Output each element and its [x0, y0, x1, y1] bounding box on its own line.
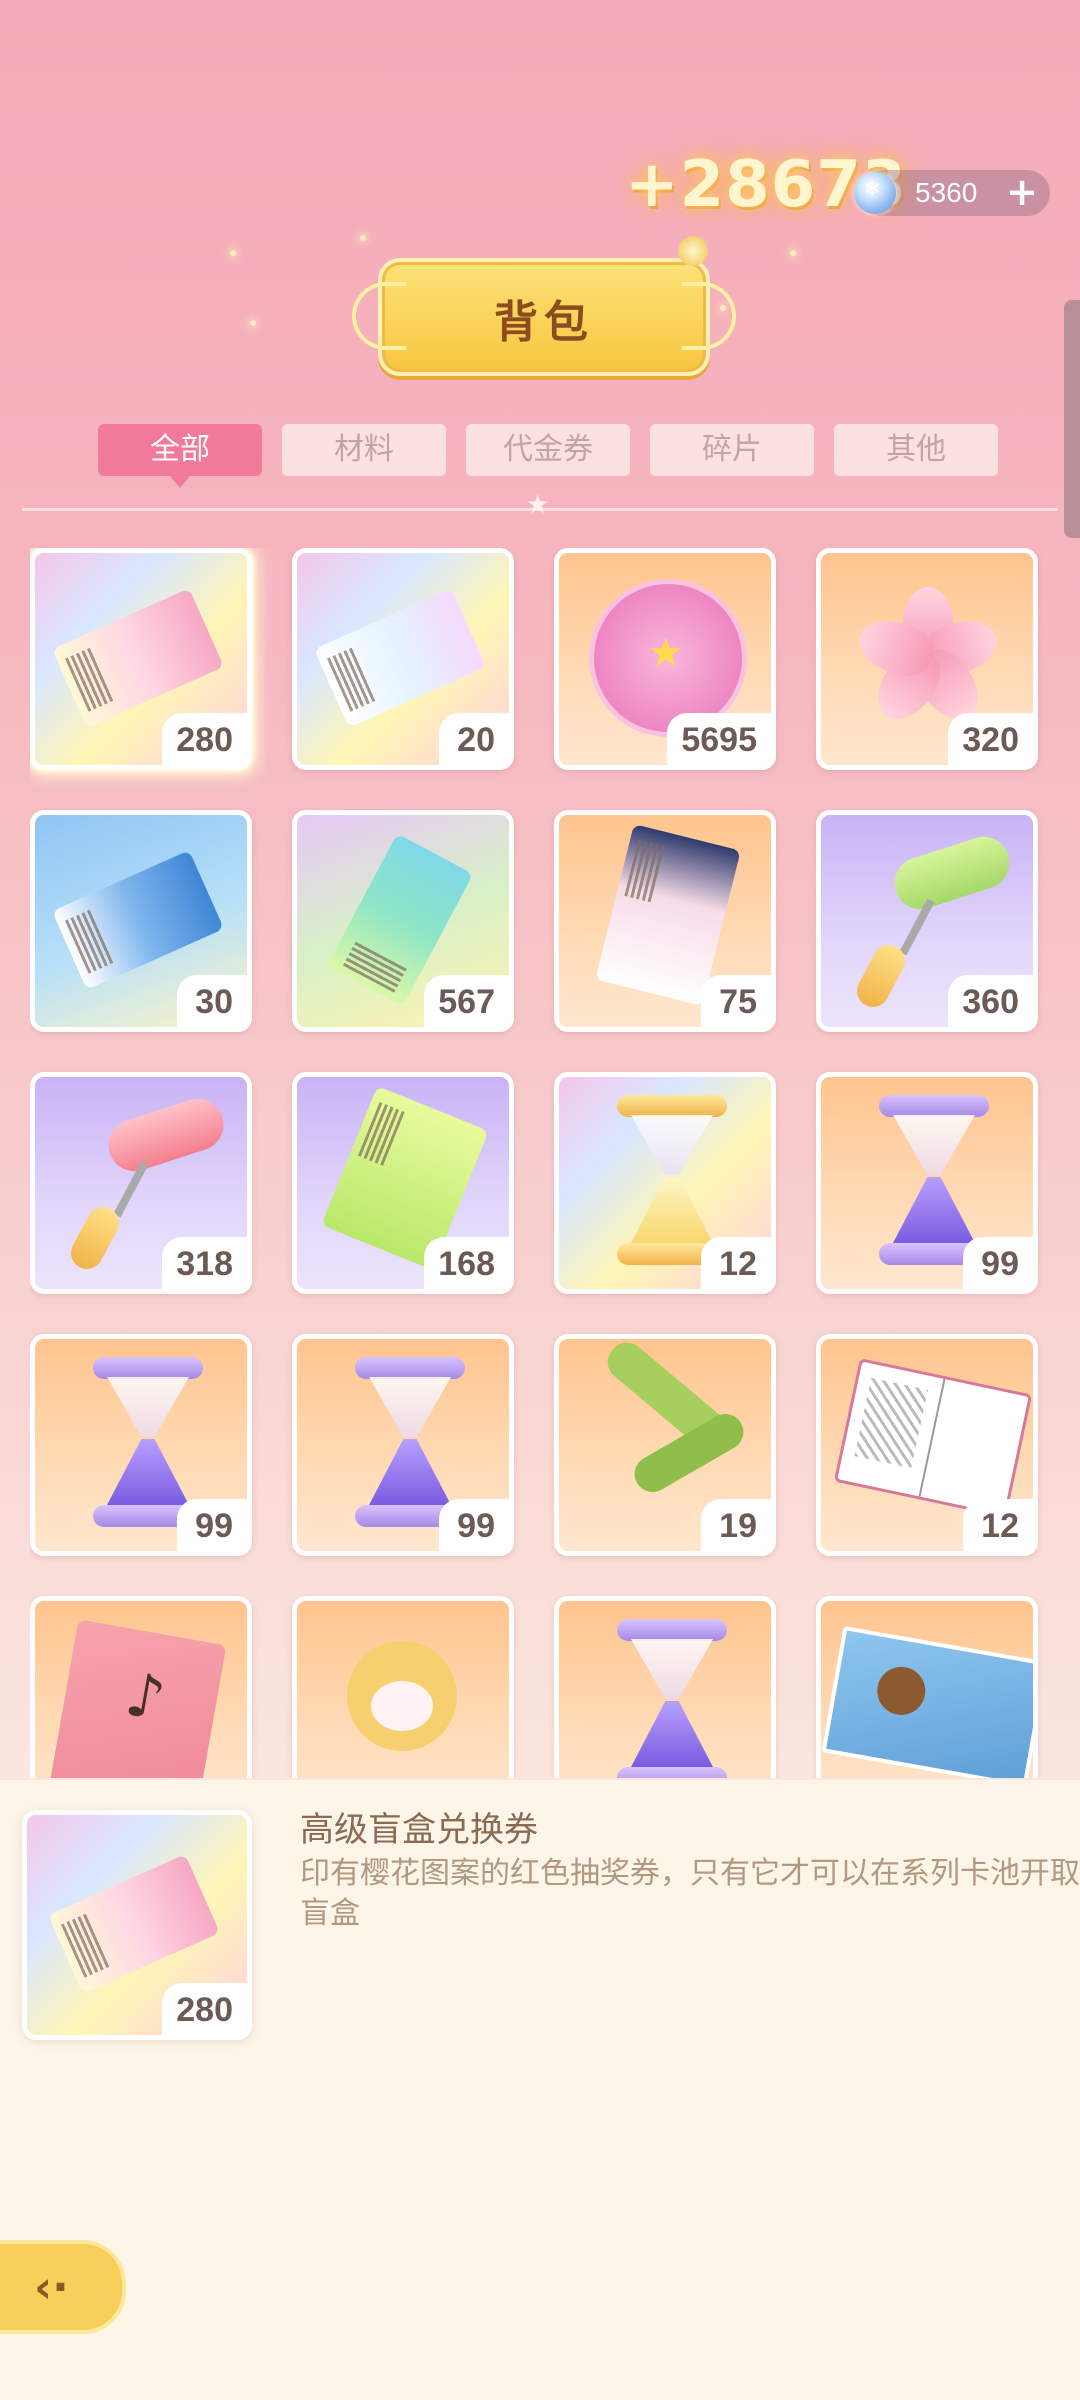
selected-item-preview: 280: [22, 1810, 252, 2040]
title-banner: 背包: [352, 236, 736, 376]
item-slot[interactable]: [554, 1596, 776, 1778]
sparkle-decoration: [250, 320, 256, 326]
item-quantity: 99: [963, 1237, 1033, 1289]
sparkle-decoration: [230, 250, 236, 256]
sparkle-decoration: [790, 250, 796, 256]
banner-gem-icon: [678, 236, 708, 266]
back-button[interactable]: ‹·: [0, 2240, 126, 2334]
selected-item-description: 印有樱花图案的红色抽奖券，只有它才可以在系列卡池开取盲盒: [300, 1856, 1080, 1931]
item-quantity: 5695: [667, 713, 771, 765]
music-book-icon: [35, 1601, 247, 1778]
item-slot[interactable]: 12: [554, 1072, 776, 1294]
scrollbar[interactable]: [1064, 300, 1080, 538]
item-slot[interactable]: [30, 1596, 252, 1778]
item-quantity: 75: [701, 975, 771, 1027]
tab-vouchers[interactable]: 代金券: [466, 424, 630, 476]
star-icon: ★: [526, 490, 550, 520]
item-quantity: 20: [439, 713, 509, 765]
item-quantity: 99: [177, 1499, 247, 1551]
item-slot[interactable]: 320: [816, 548, 1038, 770]
item-quantity: 168: [424, 1237, 509, 1289]
item-slot[interactable]: 99: [292, 1334, 514, 1556]
item-quantity: 320: [948, 713, 1033, 765]
item-slot[interactable]: 12: [816, 1334, 1038, 1556]
item-slot[interactable]: [816, 1596, 1038, 1778]
category-tabs: 全部 材料 代金券 碎片 其他: [98, 424, 998, 488]
item-slot[interactable]: 99: [816, 1072, 1038, 1294]
item-slot[interactable]: 20: [292, 548, 514, 770]
snowflake-gem-icon: [854, 172, 896, 214]
item-quantity: 12: [701, 1237, 771, 1289]
item-quantity: 12: [963, 1499, 1033, 1551]
item-quantity: 19: [701, 1499, 771, 1551]
sparkle-decoration: [360, 235, 366, 241]
tab-all[interactable]: 全部: [98, 424, 262, 488]
selected-item-quantity: 280: [162, 1983, 247, 2035]
item-slot[interactable]: 168: [292, 1072, 514, 1294]
item-detail-panel: 280 高级盲盒兑换券 印有樱花图案的红色抽奖券，只有它才可以在系列卡池开取盲盒: [0, 1780, 1080, 2400]
tab-others[interactable]: 其他: [834, 424, 998, 476]
item-slot[interactable]: 280: [30, 548, 252, 770]
item-quantity: 567: [424, 975, 509, 1027]
item-slot[interactable]: [292, 1596, 514, 1778]
back-arrow-icon: ‹·: [34, 2262, 69, 2313]
item-grid: 280 20 5695 320: [30, 548, 1050, 1778]
tab-fragments[interactable]: 碎片: [650, 424, 814, 476]
add-currency-button[interactable]: +: [1006, 171, 1038, 213]
currency-value: 5360: [915, 177, 978, 208]
tab-materials[interactable]: 材料: [282, 424, 446, 476]
item-slot[interactable]: 99: [30, 1334, 252, 1556]
purple-hourglass-icon: [559, 1601, 771, 1778]
item-quantity: 99: [439, 1499, 509, 1551]
item-slot[interactable]: 75: [554, 810, 776, 1032]
bunny-pouch-icon: [297, 1601, 509, 1778]
item-quantity: 280: [162, 713, 247, 765]
currency-display: 5360 +: [854, 170, 1050, 216]
item-quantity: 30: [177, 975, 247, 1027]
inventory-backdrop: +28673 5360 + 背包 全部 材料 代金券 碎片 其他 ★ 280: [0, 0, 1080, 1780]
toy-box-icon: [821, 1601, 1033, 1778]
item-slot[interactable]: 5695: [554, 548, 776, 770]
item-slot[interactable]: 318: [30, 1072, 252, 1294]
item-slot[interactable]: 19: [554, 1334, 776, 1556]
item-slot[interactable]: 30: [30, 810, 252, 1032]
page-title: 背包: [494, 297, 594, 348]
item-slot[interactable]: 567: [292, 810, 514, 1032]
item-quantity: 318: [162, 1237, 247, 1289]
selected-item-name: 高级盲盒兑换券: [300, 1810, 538, 1850]
item-quantity: 360: [948, 975, 1033, 1027]
item-slot[interactable]: 360: [816, 810, 1038, 1032]
